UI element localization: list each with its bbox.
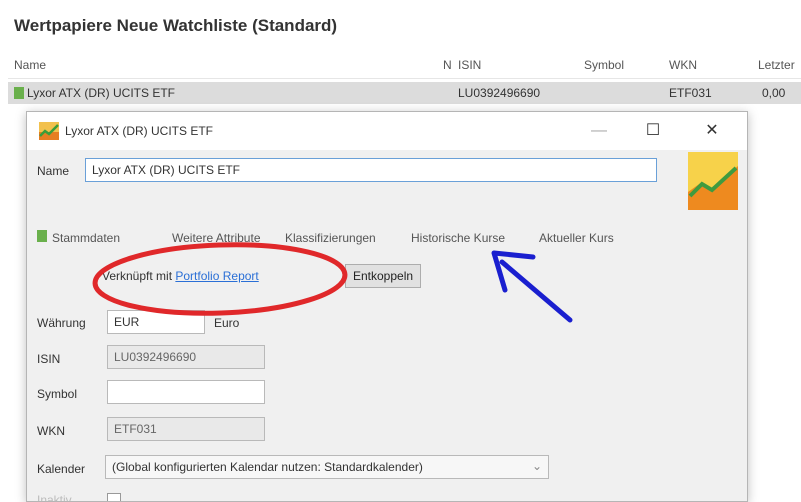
column-header-isin[interactable]: ISIN <box>458 58 481 72</box>
row-isin: LU0392496690 <box>458 86 541 100</box>
portfolio-report-link[interactable]: Portfolio Report <box>175 269 258 283</box>
column-header-n[interactable]: N <box>443 58 452 72</box>
symbol-label: Symbol <box>37 387 78 401</box>
currency-input[interactable]: EUR <box>107 310 205 334</box>
tab-aktueller-kurs[interactable]: Aktueller Kurs <box>539 231 614 245</box>
calendar-label: Kalender <box>37 462 86 476</box>
row-last: 0,00 <box>762 86 786 100</box>
wkn-field: ETF031 <box>107 417 265 441</box>
isin-label: ISIN <box>37 352 61 366</box>
chevron-down-icon: ⌄ <box>531 459 542 473</box>
close-button[interactable]: ✕ <box>697 119 727 143</box>
entkoppeln-button[interactable]: Entkoppeln <box>345 264 422 288</box>
tab-stammdaten[interactable]: Stammdaten <box>52 231 120 245</box>
column-header-symbol[interactable]: Symbol <box>584 58 624 72</box>
inactive-checkbox[interactable] <box>107 493 121 501</box>
dialog-title: Lyxor ATX (DR) UCITS ETF <box>65 124 214 138</box>
row-wkn: ETF031 <box>669 86 712 100</box>
tab-weitere-attribute[interactable]: Weitere Attribute <box>172 231 261 245</box>
security-icon <box>14 87 24 99</box>
header-divider <box>8 78 801 79</box>
page-title: Wertpapiere Neue Watchliste (Standard) <box>14 16 338 35</box>
linked-with-text: Verknüpft mit Portfolio Report <box>102 269 259 283</box>
maximize-button[interactable]: ☐ <box>638 119 668 143</box>
chart-app-icon <box>39 122 59 140</box>
column-header-name[interactable]: Name <box>14 58 46 72</box>
linked-prefix: Verknüpft mit <box>102 269 173 283</box>
symbol-input[interactable] <box>107 380 265 404</box>
name-input[interactable]: Lyxor ATX (DR) UCITS ETF <box>85 158 657 182</box>
currency-name: Euro <box>214 316 240 330</box>
chart-logo-icon <box>688 152 738 210</box>
tab-historische-kurse[interactable]: Historische Kurse <box>411 231 505 245</box>
currency-label: Währung <box>37 316 86 330</box>
security-dialog: Lyxor ATX (DR) UCITS ETF — ☐ ✕ Name Lyxo… <box>26 111 748 502</box>
name-label: Name <box>37 164 70 178</box>
row-name: Lyxor ATX (DR) UCITS ETF <box>27 86 176 100</box>
stammdaten-tab-icon <box>37 230 47 242</box>
calendar-selected-value: (Global konfigurierten Kalendar nutzen: … <box>112 460 423 474</box>
calendar-select[interactable]: (Global konfigurierten Kalendar nutzen: … <box>105 455 549 479</box>
row-name-cell[interactable]: Lyxor ATX (DR) UCITS ETF <box>14 86 175 100</box>
inactive-label: Inaktiv <box>37 493 72 502</box>
column-header-wkn[interactable]: WKN <box>669 58 697 72</box>
wkn-label: WKN <box>37 424 65 438</box>
dialog-titlebar: Lyxor ATX (DR) UCITS ETF — ☐ ✕ <box>27 112 747 150</box>
minimize-button[interactable]: — <box>584 119 614 143</box>
tab-klassifizierungen[interactable]: Klassifizierungen <box>285 231 376 245</box>
column-header-letzter[interactable]: Letzter <box>758 58 795 72</box>
isin-field: LU0392496690 <box>107 345 265 369</box>
